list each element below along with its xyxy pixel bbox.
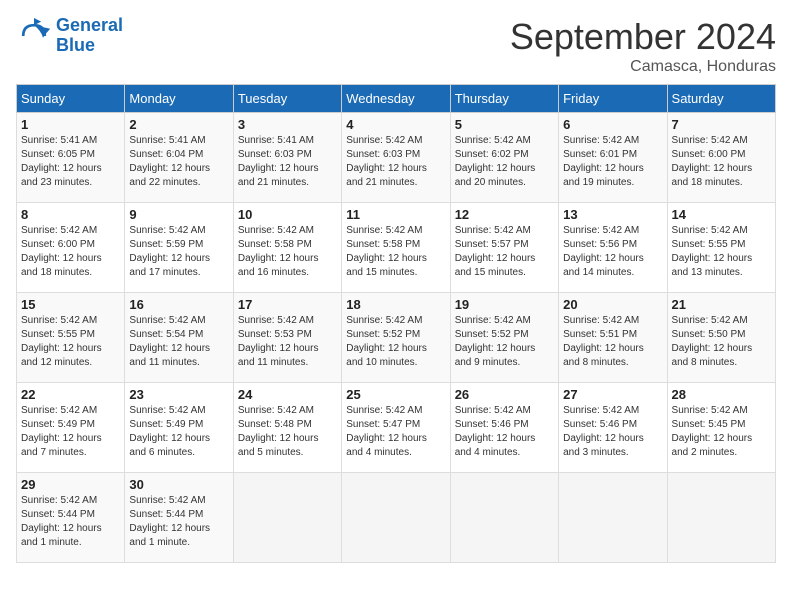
calendar-cell: 10Sunrise: 5:42 AMSunset: 5:58 PMDayligh… bbox=[233, 203, 341, 293]
week-row-2: 8Sunrise: 5:42 AMSunset: 6:00 PMDaylight… bbox=[17, 203, 776, 293]
logo: General Blue bbox=[16, 16, 123, 56]
calendar-cell: 14Sunrise: 5:42 AMSunset: 5:55 PMDayligh… bbox=[667, 203, 775, 293]
calendar-cell: 2Sunrise: 5:41 AMSunset: 6:04 PMDaylight… bbox=[125, 113, 233, 203]
calendar-cell bbox=[667, 473, 775, 563]
calendar-cell: 9Sunrise: 5:42 AMSunset: 5:59 PMDaylight… bbox=[125, 203, 233, 293]
logo-general: General bbox=[56, 15, 123, 35]
title-block: September 2024 Camasca, Honduras bbox=[510, 16, 776, 76]
calendar-cell: 28Sunrise: 5:42 AMSunset: 5:45 PMDayligh… bbox=[667, 383, 775, 473]
calendar-cell: 1Sunrise: 5:41 AMSunset: 6:05 PMDaylight… bbox=[17, 113, 125, 203]
col-tuesday: Tuesday bbox=[233, 85, 341, 113]
calendar-cell: 18Sunrise: 5:42 AMSunset: 5:52 PMDayligh… bbox=[342, 293, 450, 383]
week-row-5: 29Sunrise: 5:42 AMSunset: 5:44 PMDayligh… bbox=[17, 473, 776, 563]
calendar-cell: 5Sunrise: 5:42 AMSunset: 6:02 PMDaylight… bbox=[450, 113, 558, 203]
calendar-cell: 6Sunrise: 5:42 AMSunset: 6:01 PMDaylight… bbox=[559, 113, 667, 203]
calendar-cell: 22Sunrise: 5:42 AMSunset: 5:49 PMDayligh… bbox=[17, 383, 125, 473]
calendar-cell: 8Sunrise: 5:42 AMSunset: 6:00 PMDaylight… bbox=[17, 203, 125, 293]
calendar-cell: 23Sunrise: 5:42 AMSunset: 5:49 PMDayligh… bbox=[125, 383, 233, 473]
calendar-cell: 26Sunrise: 5:42 AMSunset: 5:46 PMDayligh… bbox=[450, 383, 558, 473]
week-row-4: 22Sunrise: 5:42 AMSunset: 5:49 PMDayligh… bbox=[17, 383, 776, 473]
calendar-cell: 17Sunrise: 5:42 AMSunset: 5:53 PMDayligh… bbox=[233, 293, 341, 383]
col-sunday: Sunday bbox=[17, 85, 125, 113]
calendar-cell: 7Sunrise: 5:42 AMSunset: 6:00 PMDaylight… bbox=[667, 113, 775, 203]
calendar-cell: 19Sunrise: 5:42 AMSunset: 5:52 PMDayligh… bbox=[450, 293, 558, 383]
calendar-cell: 30Sunrise: 5:42 AMSunset: 5:44 PMDayligh… bbox=[125, 473, 233, 563]
calendar-cell: 21Sunrise: 5:42 AMSunset: 5:50 PMDayligh… bbox=[667, 293, 775, 383]
calendar-cell: 16Sunrise: 5:42 AMSunset: 5:54 PMDayligh… bbox=[125, 293, 233, 383]
page-header: General Blue September 2024 Camasca, Hon… bbox=[16, 16, 776, 76]
location-title: Camasca, Honduras bbox=[510, 58, 776, 76]
calendar-table: Sunday Monday Tuesday Wednesday Thursday… bbox=[16, 84, 776, 563]
calendar-cell: 25Sunrise: 5:42 AMSunset: 5:47 PMDayligh… bbox=[342, 383, 450, 473]
calendar-cell: 3Sunrise: 5:41 AMSunset: 6:03 PMDaylight… bbox=[233, 113, 341, 203]
week-row-1: 1Sunrise: 5:41 AMSunset: 6:05 PMDaylight… bbox=[17, 113, 776, 203]
week-row-3: 15Sunrise: 5:42 AMSunset: 5:55 PMDayligh… bbox=[17, 293, 776, 383]
header-row: Sunday Monday Tuesday Wednesday Thursday… bbox=[17, 85, 776, 113]
calendar-cell: 15Sunrise: 5:42 AMSunset: 5:55 PMDayligh… bbox=[17, 293, 125, 383]
col-wednesday: Wednesday bbox=[342, 85, 450, 113]
calendar-cell bbox=[342, 473, 450, 563]
calendar-cell: 12Sunrise: 5:42 AMSunset: 5:57 PMDayligh… bbox=[450, 203, 558, 293]
month-title: September 2024 bbox=[510, 16, 776, 58]
calendar-cell: 24Sunrise: 5:42 AMSunset: 5:48 PMDayligh… bbox=[233, 383, 341, 473]
calendar-cell bbox=[559, 473, 667, 563]
calendar-cell: 11Sunrise: 5:42 AMSunset: 5:58 PMDayligh… bbox=[342, 203, 450, 293]
col-saturday: Saturday bbox=[667, 85, 775, 113]
calendar-cell: 27Sunrise: 5:42 AMSunset: 5:46 PMDayligh… bbox=[559, 383, 667, 473]
calendar-cell: 20Sunrise: 5:42 AMSunset: 5:51 PMDayligh… bbox=[559, 293, 667, 383]
calendar-cell: 4Sunrise: 5:42 AMSunset: 6:03 PMDaylight… bbox=[342, 113, 450, 203]
calendar-cell bbox=[450, 473, 558, 563]
col-friday: Friday bbox=[559, 85, 667, 113]
calendar-cell: 29Sunrise: 5:42 AMSunset: 5:44 PMDayligh… bbox=[17, 473, 125, 563]
col-thursday: Thursday bbox=[450, 85, 558, 113]
col-monday: Monday bbox=[125, 85, 233, 113]
logo-icon bbox=[16, 18, 52, 54]
calendar-cell bbox=[233, 473, 341, 563]
logo-blue: Blue bbox=[56, 35, 95, 55]
calendar-cell: 13Sunrise: 5:42 AMSunset: 5:56 PMDayligh… bbox=[559, 203, 667, 293]
